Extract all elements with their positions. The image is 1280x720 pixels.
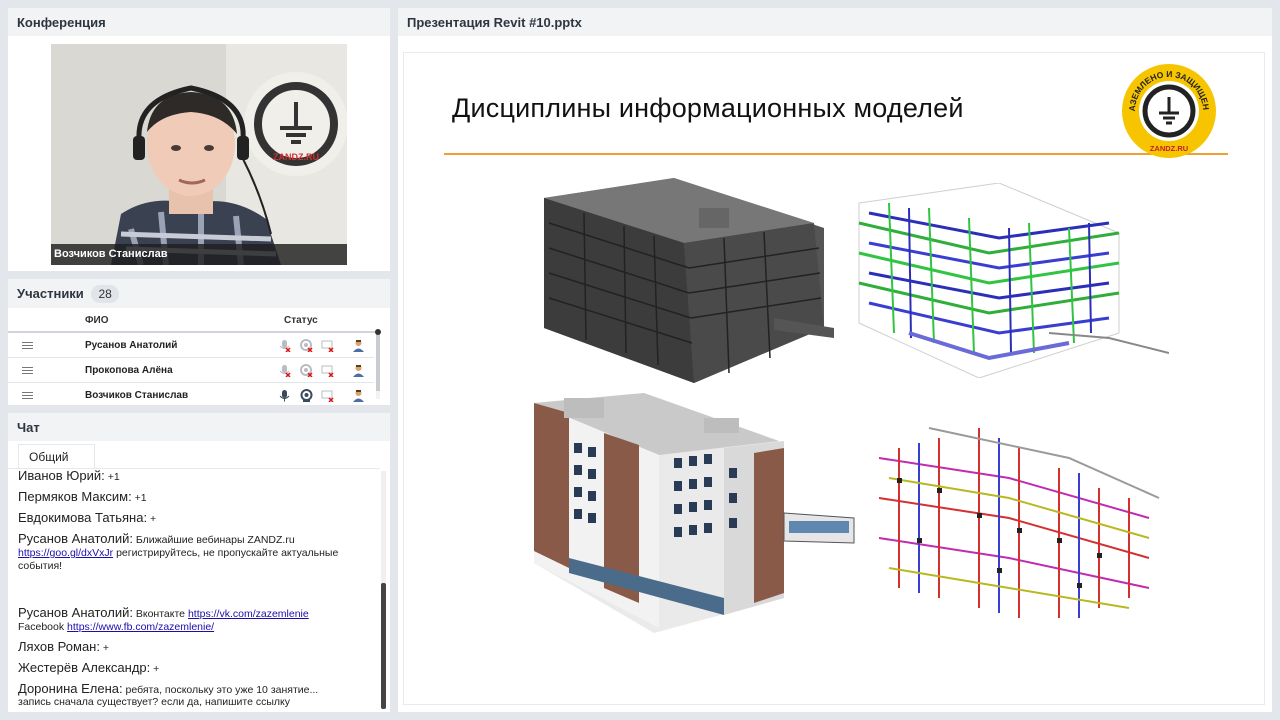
participant-row[interactable]: Возчиков Станислав [8, 383, 374, 408]
message-text-continued: запись сначала существует? если да, напи… [18, 696, 291, 708]
mic-off-icon[interactable] [278, 339, 291, 352]
message-text: Ближайшие вебинары ZANDZ.ru [135, 534, 295, 546]
column-header-status[interactable]: Статус [284, 315, 318, 326]
presentation-slide[interactable]: Дисциплины информационных моделей ЗАЗЕМЛ… [403, 52, 1265, 705]
chat-message: Русанов Анатолий: Ближайшие вебинары ZAN… [18, 532, 373, 573]
chat-message-continued: запись сначала существует? если да, напи… [18, 696, 373, 709]
message-link[interactable]: https://vk.com/zazemlenie [188, 608, 309, 620]
chat-message: Ляхов Роман: + [18, 640, 373, 655]
participants-title: Участники [17, 286, 84, 301]
chat-message: Доронина Елена: ребята, поскольку это уж… [18, 682, 373, 697]
message-author: Русанов Анатолий: [18, 531, 133, 546]
message-text: + [153, 663, 160, 675]
chat-message: Евдокимова Татьяна: + [18, 511, 373, 526]
architectural-model-image [534, 393, 855, 633]
chat-panel: Чат Общий Иванов Юрий: +1 Пермяков Макси… [8, 413, 390, 712]
speaker-video[interactable]: ZANDZ.RU Возчиков Станислав [51, 44, 347, 265]
camera-on-icon[interactable] [300, 389, 313, 402]
drag-handle-icon[interactable] [22, 367, 33, 374]
message-text: +1 [134, 492, 147, 504]
message-text: Вконтакте [135, 608, 186, 620]
message-text: +1 [107, 471, 120, 483]
message-text: ребята, поскольку это уже 10 занятие... [125, 684, 319, 696]
participant-name: Возчиков Станислав [85, 390, 189, 401]
message-author: Ляхов Роман: [18, 639, 100, 654]
chat-message: Жестерёв Александр: + [18, 661, 373, 676]
role-presenter-icon [353, 365, 364, 377]
message-author: Доронина Елена: [18, 682, 123, 696]
presentation-panel: Презентация Revit #10.pptx Дисциплины ин… [398, 8, 1272, 712]
wall-logo-site: ZANDZ.RU [273, 152, 319, 162]
scroll-up-icon[interactable] [375, 329, 381, 335]
camera-off-icon[interactable] [300, 339, 313, 352]
camera-off-icon[interactable] [300, 364, 313, 377]
participants-scrollbar-thumb[interactable] [376, 333, 380, 391]
participants-header: Участники 28 [8, 279, 390, 308]
chat-title: Чат [8, 413, 390, 441]
chat-scrollbar-thumb[interactable] [381, 583, 386, 709]
message-text-continued: Facebook [18, 621, 65, 633]
screen-share-off-icon[interactable] [321, 339, 334, 352]
screen-share-off-icon[interactable] [321, 389, 334, 402]
message-author: Жестерёв Александр: [18, 660, 151, 675]
participant-name: Прокопова Алёна [85, 365, 173, 376]
message-link-2[interactable]: https://www.fb.com/zazemlenie/ [67, 621, 214, 633]
participants-table-header: ФИО Статус [8, 313, 380, 333]
chat-message: Иванов Юрий: +1 [18, 469, 373, 484]
plumbing-model-image [878, 427, 1160, 618]
slide-title-underline [444, 153, 1228, 155]
column-header-name[interactable]: ФИО [85, 315, 109, 326]
message-author: Иванов Юрий: [18, 468, 105, 483]
role-presenter-icon [353, 340, 364, 352]
zandz-logo: ЗАЗЕМЛЕНО И ЗАЩИЩЕНО ZANDZ.RU [1121, 63, 1216, 158]
slide-title: Дисциплины информационных моделей [452, 93, 964, 123]
message-text: + [149, 513, 157, 525]
speaker-video-frame: ZANDZ.RU [51, 44, 347, 265]
chat-messages[interactable]: Иванов Юрий: +1 Пермяков Максим: +1 Евдо… [8, 468, 380, 712]
participants-count-badge: 28 [91, 285, 119, 303]
drag-handle-icon[interactable] [22, 342, 33, 349]
mic-off-icon[interactable] [278, 364, 291, 377]
conference-panel: Конференция ZANDZ.RU Возчиков Станислав [8, 8, 390, 271]
role-presenter-icon [353, 390, 364, 402]
mep-model-image [858, 183, 1169, 378]
message-text: + [102, 642, 110, 654]
drag-handle-icon[interactable] [22, 392, 33, 399]
screen-share-off-icon[interactable] [321, 364, 334, 377]
conference-title: Конференция [8, 8, 390, 36]
mic-on-icon[interactable] [278, 389, 291, 402]
logo-site: ZANDZ.RU [1150, 144, 1188, 153]
structural-model-image [544, 178, 834, 383]
message-author: Евдокимова Татьяна: [18, 510, 148, 525]
chat-message: Русанов Анатолий: Вконтакте https://vk.c… [18, 606, 373, 634]
participants-panel: Участники 28 ФИО Статус Русанов Анатолий… [8, 279, 390, 408]
speaker-name-overlay: Возчиков Станислав [51, 244, 347, 265]
participant-row[interactable]: Русанов Анатолий [8, 333, 374, 358]
message-link[interactable]: https://goo.gl/dxVxJr [18, 547, 113, 559]
chat-tab-general[interactable]: Общий [18, 444, 95, 468]
message-author: Русанов Анатолий: [18, 605, 133, 620]
participant-name: Русанов Анатолий [85, 340, 178, 351]
message-author: Пермяков Максим: [18, 489, 132, 504]
participant-row[interactable]: Прокопова Алёна [8, 358, 374, 383]
chat-message: Пермяков Максим: +1 [18, 490, 373, 505]
presentation-title: Презентация Revit #10.pptx [398, 8, 1272, 36]
